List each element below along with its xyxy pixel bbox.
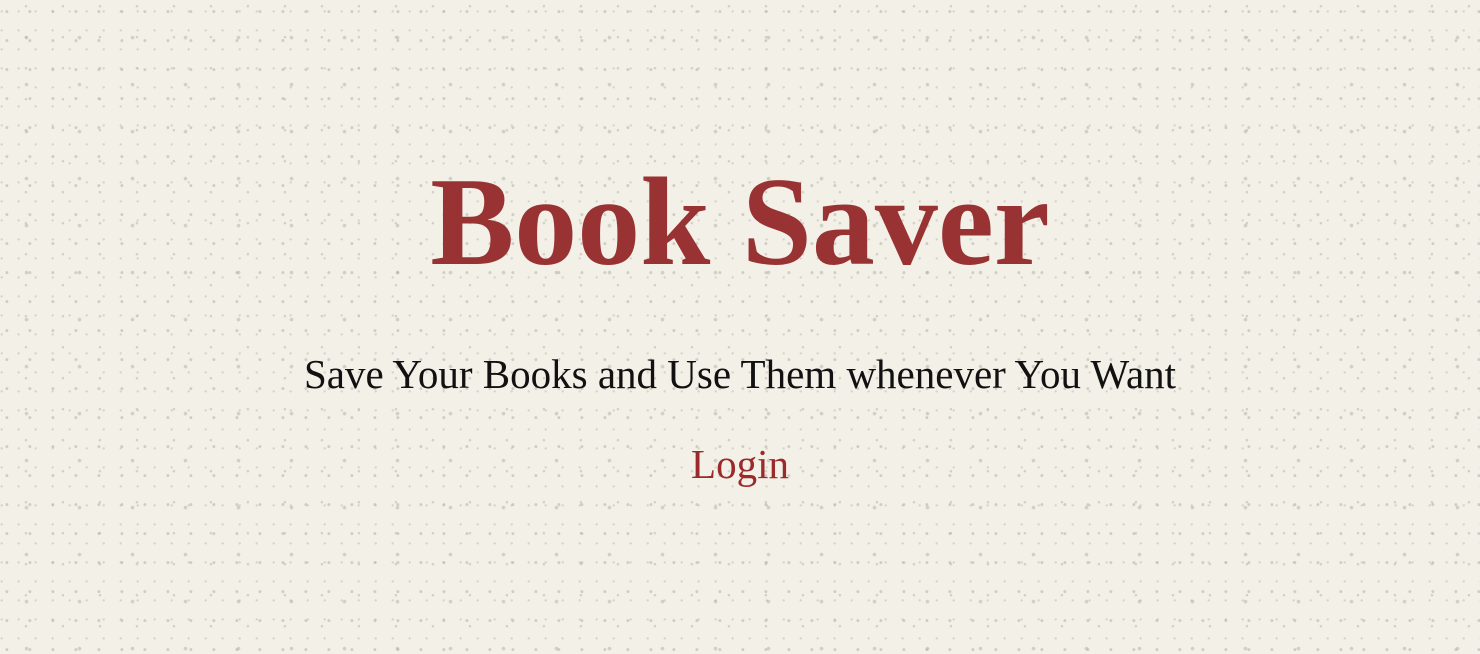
login-link[interactable]: Login <box>691 440 789 488</box>
tagline: Save Your Books and Use Them whenever Yo… <box>303 351 1177 397</box>
page-title: Book Saver <box>430 153 1050 292</box>
landing-page: Book Saver Save Your Books and Use Them … <box>0 0 1480 488</box>
